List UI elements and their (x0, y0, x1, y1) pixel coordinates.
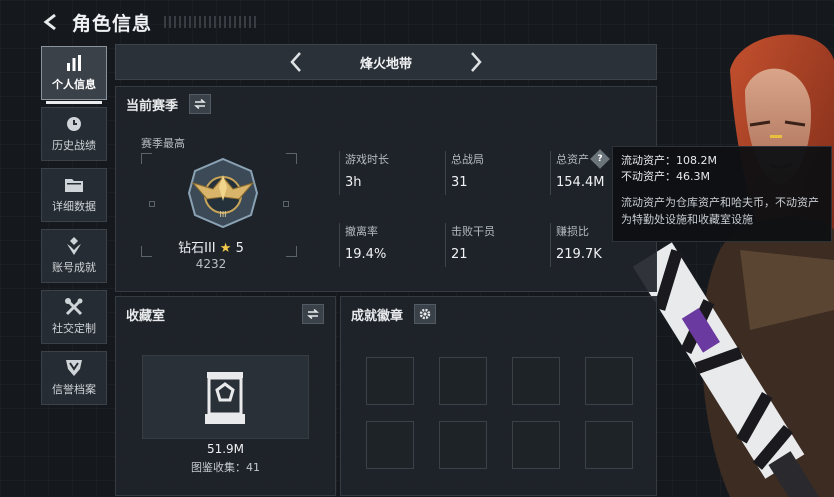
assets-note-line: 为特勤处设施和收藏室设施 (621, 213, 753, 226)
chevron-right-icon[interactable] (464, 50, 488, 74)
help-icon[interactable]: ? (590, 149, 610, 169)
nav-label: 信誉档案 (52, 383, 96, 396)
frame-corner (286, 153, 297, 164)
nav-item-history[interactable]: 历史战绩 (41, 107, 107, 161)
back-arrow-icon[interactable] (40, 11, 62, 33)
liquid-assets: 流动资产：108.2M (621, 154, 717, 167)
chevron-left-icon[interactable] (284, 50, 308, 74)
svg-text:III: III (219, 210, 226, 219)
fixed-assets: 不动资产：46.3M (621, 170, 710, 183)
diamond-rank-badge-icon: III (187, 157, 259, 229)
nav-item-social-custom[interactable]: 社交定制 (41, 290, 107, 344)
stat-label: 赚损比 (556, 225, 589, 238)
page-title: 角色信息 (72, 12, 153, 35)
stat-label: 总战局 (451, 153, 484, 166)
stat-label: 游戏时长 (345, 153, 389, 166)
swap-collection-button[interactable] (302, 304, 324, 324)
assets-note-line: 流动资产为仓库资产和哈夫币，不动资产 (621, 196, 819, 209)
rank-name: 钻石III ★ 5 (116, 237, 306, 256)
nav-label: 详细数据 (52, 200, 96, 213)
achievement-slot[interactable] (585, 421, 633, 469)
swap-icon (307, 309, 319, 319)
achievement-icon (64, 237, 84, 255)
stat-total-matches: 总战局 31 (445, 151, 484, 195)
tools-icon (64, 298, 84, 316)
achievements-panel: 成就徽章 (340, 296, 657, 496)
achievement-slot[interactable] (366, 357, 414, 405)
nav-item-reputation[interactable]: 信誉档案 (41, 351, 107, 405)
shield-icon (64, 359, 84, 377)
stat-label-text: 总资产 (556, 153, 589, 166)
nav-label: 个人信息 (52, 78, 96, 91)
frame-dot (283, 201, 289, 207)
folder-icon (64, 176, 84, 194)
assets-tooltip: 流动资产：108.2M 不动资产：46.3M 流动资产为仓库资产和哈夫币，不动资… (612, 146, 832, 242)
achievement-slot[interactable] (366, 421, 414, 469)
achievement-slot[interactable] (512, 421, 560, 469)
collection-showcase[interactable] (142, 355, 309, 439)
nav-item-personal-info[interactable]: 个人信息 (41, 46, 107, 104)
achievements-settings-button[interactable] (414, 304, 436, 324)
stat-value: 21 (451, 247, 468, 262)
collection-value: 51.9M (206, 442, 245, 456)
stat-value: 3h (345, 175, 362, 190)
map-selector: 烽火地带 (115, 44, 657, 80)
map-name: 烽火地带 (359, 56, 412, 72)
star-icon: ★ (219, 241, 232, 256)
stat-label: 撤离率 (345, 225, 378, 238)
header-decoration (164, 16, 257, 28)
frame-corner (141, 153, 152, 164)
achievements-title: 成就徽章 (351, 309, 404, 324)
swap-icon (194, 99, 206, 109)
header: 角色信息 (40, 8, 257, 36)
frame-dot (149, 201, 155, 207)
nav-label: 社交定制 (52, 322, 96, 335)
collection-count: 图鉴收集：41 (191, 461, 260, 474)
stat-value: 154.4M (556, 175, 605, 190)
achievement-slot[interactable] (439, 357, 487, 405)
nav-item-achievements[interactable]: 账号成就 (41, 229, 107, 283)
stat-label: 击败干员 (451, 225, 495, 238)
assets-note: 流动资产为仓库资产和哈夫币，不动资产 为特勤处设施和收藏室设施 (621, 194, 823, 228)
season-panel: 当前赛季 赛季最高 III 钻石III ★ 5 4232 游戏时长 3h 总战局… (115, 86, 657, 292)
rank-tier: 钻石III (178, 241, 216, 256)
rank-stars: 5 (235, 241, 244, 256)
achievement-slot[interactable] (585, 357, 633, 405)
nav-item-detailed-data[interactable]: 详细数据 (41, 168, 107, 222)
clock-icon (64, 115, 84, 133)
collection-title: 收藏室 (126, 309, 166, 324)
season-best-label: 赛季最高 (141, 137, 185, 150)
stat-profit-loss-ratio: 赚损比 219.7K (550, 223, 602, 267)
swap-season-button[interactable] (189, 94, 211, 114)
rank-score: 4232 (195, 257, 227, 271)
nav-label: 账号成就 (52, 261, 96, 274)
stat-operators-defeated: 击败干员 21 (445, 223, 495, 267)
season-title: 当前赛季 (126, 99, 179, 114)
stat-total-assets: 总资产 ? 154.4M (550, 149, 610, 195)
left-nav: 个人信息 历史战绩 详细数据 账号成就 社交定制 信誉档案 (41, 46, 107, 412)
stat-play-time: 游戏时长 3h (339, 151, 389, 195)
achievement-slot[interactable] (512, 357, 560, 405)
stat-extraction-rate: 撤离率 19.4% (339, 223, 386, 267)
stat-value: 19.4% (345, 247, 387, 262)
display-case-icon (205, 372, 245, 424)
stat-value: 219.7K (556, 247, 602, 262)
stat-label: 总资产 ? (556, 149, 610, 169)
achievement-slot[interactable] (439, 421, 487, 469)
stat-value: 31 (451, 175, 468, 190)
bar-chart-icon (64, 54, 84, 72)
nav-label: 历史战绩 (52, 139, 96, 152)
gear-icon (419, 308, 431, 320)
collection-panel: 收藏室 51.9M 图鉴收集：41 (115, 296, 336, 496)
